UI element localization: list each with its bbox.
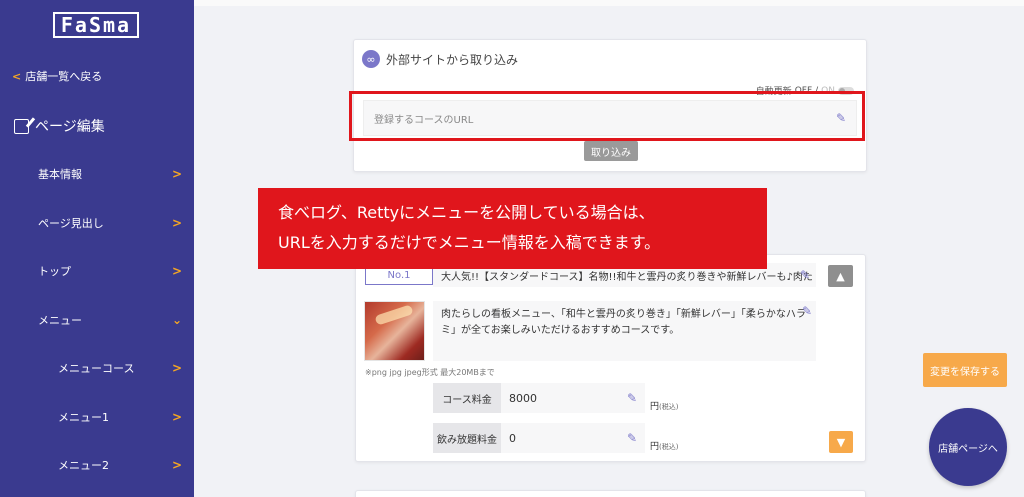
- sidebar-item-basic-info[interactable]: 基本情報 >: [0, 164, 194, 184]
- import-button[interactable]: 取り込み: [584, 141, 638, 161]
- sidebar-item-label: トップ: [38, 265, 71, 278]
- top-strip: [194, 0, 1024, 6]
- sidebar-item-label: 基本情報: [38, 168, 82, 181]
- drink-price-input[interactable]: 0 ✎: [501, 423, 645, 453]
- course-description-text: 肉たらしの看板メニュー、「和牛と雲丹の炙り巻き」「新鮮レバー」「柔らかなハラミ」…: [441, 309, 806, 336]
- back-to-store-list-link[interactable]: < 店舗一覧へ戻る: [12, 68, 102, 84]
- tax-note: (税込): [659, 442, 679, 451]
- store-page-button[interactable]: 店舗ページへ: [929, 408, 1007, 486]
- file-format-note: ※png jpg jpeg形式 最大20MBまで: [365, 368, 495, 377]
- sidebar-item-menu-1[interactable]: メニュー1 >: [0, 407, 194, 427]
- collapse-button[interactable]: ▲: [828, 265, 853, 287]
- chevron-right-icon: >: [171, 361, 182, 375]
- sidebar-item-label: メニューコース: [58, 362, 135, 375]
- sidebar-item-label: メニュー2: [58, 459, 109, 472]
- sidebar-item-menu-course[interactable]: メニューコース >: [0, 358, 194, 378]
- course-photo[interactable]: [364, 301, 425, 361]
- chevron-right-icon: >: [171, 264, 182, 278]
- banner-line-2: URLを入力するだけでメニュー情報を入稿できます。: [278, 233, 661, 252]
- save-changes-button[interactable]: 変更を保存する: [923, 353, 1007, 387]
- next-course-card: [355, 490, 866, 497]
- edit-icon: [14, 118, 29, 134]
- drink-price-value: 0: [509, 431, 516, 445]
- sidebar-item-menu-2[interactable]: メニュー2 >: [0, 455, 194, 475]
- banner-line-1: 食べログ、Rettyにメニューを公開している場合は、: [278, 203, 655, 222]
- sidebar-item-menu[interactable]: メニュー ⌄: [0, 310, 194, 330]
- url-input-highlight: [349, 91, 865, 141]
- sidebar: FaSma < 店舗一覧へ戻る ページ編集 基本情報 > ページ見出し > トッ…: [0, 0, 194, 497]
- chevron-up-icon: ▲: [836, 269, 845, 283]
- sidebar-item-label: ページ見出し: [38, 217, 104, 230]
- chevron-right-icon: >: [171, 458, 182, 472]
- drink-price-label: 飲み放題料金: [433, 423, 501, 453]
- course-name-text: 大人気!!【スタンダードコース】名物!!和牛と雲丹の炙り巻きや新鮮レバーも♪肉た: [441, 271, 813, 283]
- app-logo[interactable]: FaSma: [34, 12, 158, 38]
- price-unit: 円(税込): [650, 399, 678, 412]
- chevron-right-icon: >: [171, 216, 182, 230]
- chevron-right-icon: >: [171, 410, 182, 424]
- pencil-icon: ✎: [626, 391, 637, 405]
- page-edit-label: ページ編集: [35, 119, 105, 135]
- pencil-icon: ✎: [801, 304, 812, 318]
- course-card: No.1 大人気!!【スタンダードコース】名物!!和牛と雲丹の炙り巻きや新鮮レバ…: [355, 254, 866, 462]
- sidebar-item-label: メニュー: [38, 314, 82, 327]
- pencil-icon: ✎: [626, 431, 637, 445]
- course-price-input[interactable]: 8000 ✎: [501, 383, 645, 413]
- chevron-right-icon: >: [171, 167, 182, 181]
- sidebar-item-top[interactable]: トップ >: [0, 261, 194, 281]
- chevron-down-icon: ▼: [836, 435, 846, 449]
- yen-unit: 円: [650, 401, 660, 412]
- logo-text: FaSma: [52, 12, 140, 38]
- chevron-left-icon: <: [12, 69, 22, 83]
- back-link-label: 店舗一覧へ戻る: [25, 70, 103, 83]
- import-card-header: ∞ 外部サイトから取り込み: [362, 50, 518, 68]
- link-icon: ∞: [362, 50, 380, 68]
- chevron-down-icon: ⌄: [171, 313, 182, 327]
- page-edit-heading: ページ編集: [14, 116, 105, 136]
- pencil-icon: ✎: [799, 268, 810, 282]
- tax-note: (税込): [659, 402, 679, 411]
- course-price-value: 8000: [509, 391, 537, 405]
- info-banner: 食べログ、Rettyにメニューを公開している場合は、 URLを入力するだけでメニ…: [258, 188, 767, 269]
- sidebar-item-page-heading[interactable]: ページ見出し >: [0, 213, 194, 233]
- expand-button[interactable]: ▼: [829, 431, 853, 453]
- course-description-field[interactable]: 肉たらしの看板メニュー、「和牛と雲丹の炙り巻き」「新鮮レバー」「柔らかなハラミ」…: [433, 301, 816, 361]
- drink-price-row: 飲み放題料金 0 ✎ 円(税込): [433, 423, 678, 453]
- price-unit: 円(税込): [650, 439, 678, 452]
- course-price-row: コース料金 8000 ✎ 円(税込): [433, 383, 678, 413]
- yen-unit: 円: [650, 441, 660, 452]
- course-price-label: コース料金: [433, 383, 501, 413]
- sidebar-item-label: メニュー1: [58, 411, 109, 424]
- import-card-title: 外部サイトから取り込み: [386, 52, 519, 67]
